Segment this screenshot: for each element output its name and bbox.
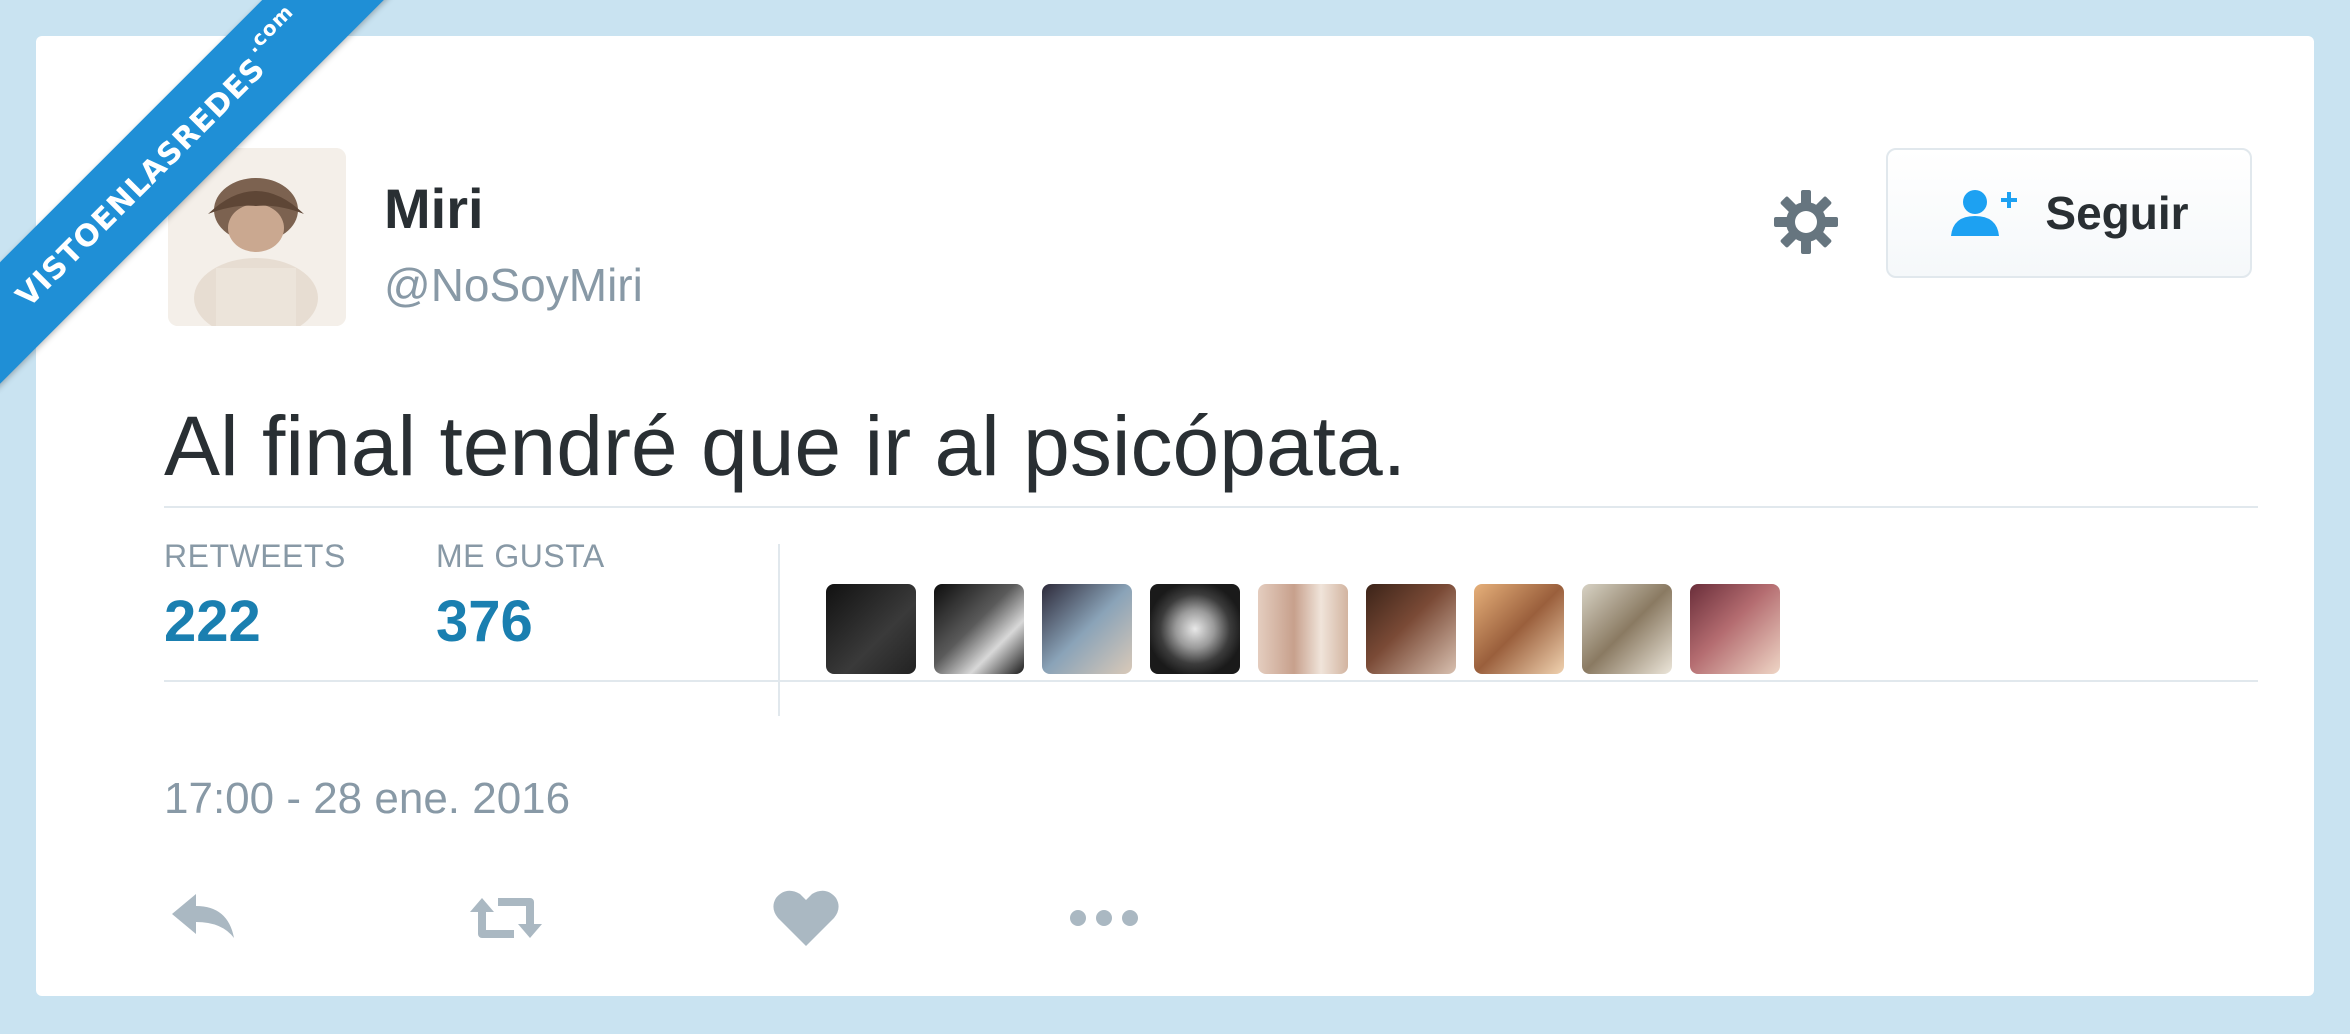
liker-avatar[interactable] <box>1150 584 1240 674</box>
settings-button[interactable] <box>1770 186 1842 258</box>
retweet-button[interactable] <box>470 888 542 948</box>
stats-vertical-divider <box>778 544 780 716</box>
retweet-icon <box>470 898 542 938</box>
author-handle[interactable]: @NoSoyMiri <box>384 258 643 312</box>
add-user-icon <box>1951 190 2018 236</box>
watermark-text: VISTOENLASREDES <box>9 50 273 314</box>
watermark-ribbon: VISTOENLASREDES .com <box>0 0 391 390</box>
reply-button[interactable] <box>168 888 240 948</box>
reply-icon <box>172 894 234 938</box>
liker-avatar[interactable] <box>1366 584 1456 674</box>
liker-avatar[interactable] <box>1582 584 1672 674</box>
follow-button-label: Seguir <box>2045 187 2189 239</box>
retweets-label: RETWEETS <box>164 538 346 574</box>
liker-avatar[interactable] <box>826 584 916 674</box>
liker-avatar[interactable] <box>1690 584 1780 674</box>
likes-label: ME GUSTA <box>436 538 605 574</box>
tweet-timestamp[interactable]: 17:00 - 28 ene. 2016 <box>164 774 570 824</box>
watermark-suffix: .com <box>240 0 299 58</box>
liker-avatar[interactable] <box>934 584 1024 674</box>
stats-top-divider <box>164 506 2258 508</box>
likes-count[interactable]: 376 <box>436 588 533 655</box>
stats-bottom-divider <box>164 680 2258 682</box>
more-button[interactable] <box>1066 888 1142 948</box>
retweets-count[interactable]: 222 <box>164 588 261 655</box>
liker-avatars <box>826 584 1780 674</box>
like-button[interactable] <box>770 888 842 948</box>
follow-button[interactable]: Seguir <box>1886 148 2252 278</box>
heart-icon <box>773 890 839 946</box>
liker-avatar[interactable] <box>1474 584 1564 674</box>
liker-avatar[interactable] <box>1042 584 1132 674</box>
watermark: VISTOENLASREDES .com <box>0 0 420 420</box>
more-icon <box>1070 910 1138 926</box>
liker-avatar[interactable] <box>1258 584 1348 674</box>
gear-icon <box>1774 190 1838 254</box>
